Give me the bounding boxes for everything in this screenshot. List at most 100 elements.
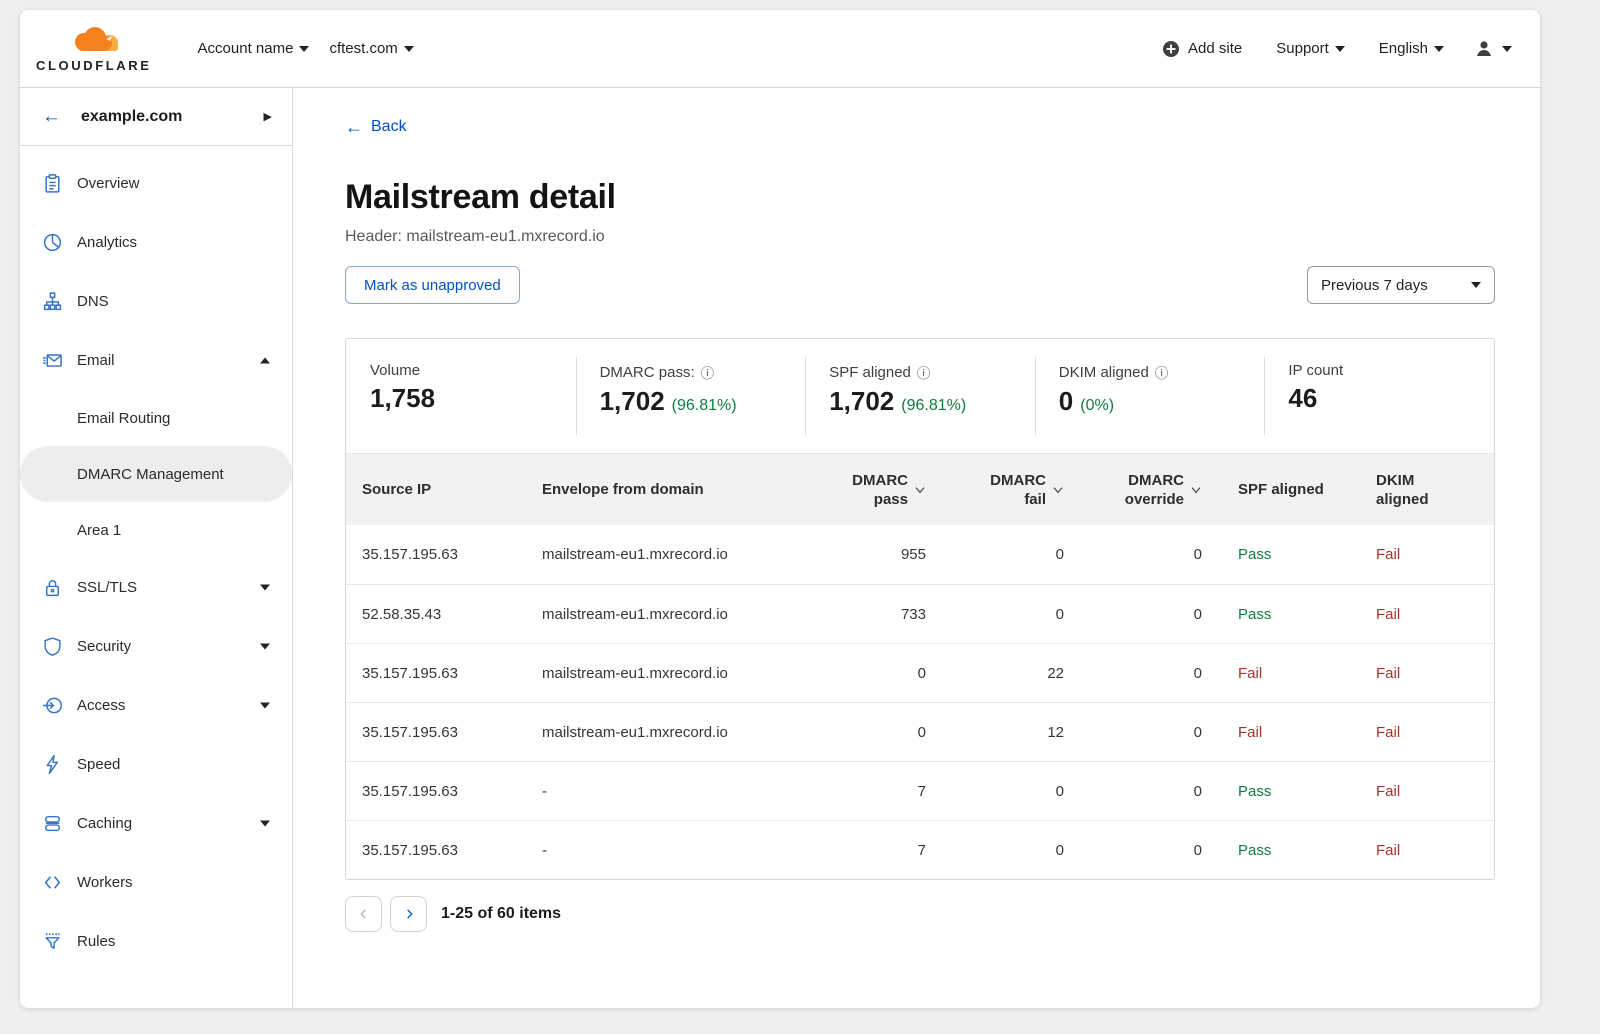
account-name-menu[interactable]: Account name <box>188 32 320 65</box>
sort-chevron-icon[interactable] <box>1188 482 1204 498</box>
info-icon[interactable]: ⓘ <box>701 362 715 382</box>
table-row[interactable]: 35.157.195.63 mailstream-eu1.mxrecord.io… <box>346 643 1494 702</box>
support-menu[interactable]: Support <box>1266 32 1355 65</box>
date-range-select[interactable]: Previous 7 days <box>1307 266 1495 304</box>
cell-source-ip: 35.157.195.63 <box>346 821 542 879</box>
sidebar-item-caching[interactable]: Caching <box>20 794 292 853</box>
back-label: Back <box>371 118 407 136</box>
stat-value: 46 <box>1288 383 1317 414</box>
stat-value: 1,702 <box>600 386 665 417</box>
clipboard-icon <box>42 173 63 194</box>
stat-dmarc-pass: DMARC pass: ⓘ 1,702 (96.81%) <box>576 339 806 453</box>
plus-circle-icon <box>1162 40 1180 58</box>
sidebar-item-access[interactable]: Access <box>20 676 292 735</box>
table-body: 35.157.195.63 mailstream-eu1.mxrecord.io… <box>346 525 1494 879</box>
cell-source-ip: 35.157.195.63 <box>346 762 542 820</box>
stat-dkim-aligned: DKIM aligned ⓘ 0 (0%) <box>1035 339 1265 453</box>
cell-dmarc-pass: 7 <box>842 821 932 879</box>
table-row[interactable]: 35.157.195.63 - 7 0 0 Pass Fail <box>346 761 1494 820</box>
sidebar-site-header[interactable]: ← example.com ▶ <box>20 88 292 146</box>
sidebar-item-analytics[interactable]: Analytics <box>20 213 292 272</box>
sort-chevron-icon[interactable] <box>912 482 928 498</box>
sidebar-item-security[interactable]: Security <box>20 617 292 676</box>
cell-spf-aligned: Fail <box>1208 703 1358 761</box>
expand-right-icon[interactable]: ▶ <box>264 110 272 123</box>
stat-label: Volume <box>370 362 420 379</box>
sidebar-item-dns[interactable]: DNS <box>20 272 292 331</box>
lock-icon <box>42 577 63 598</box>
table-row[interactable]: 35.157.195.63 mailstream-eu1.mxrecord.io… <box>346 525 1494 584</box>
network-tree-icon <box>42 291 63 312</box>
previous-page-button[interactable] <box>345 896 382 932</box>
table-row[interactable]: 52.58.35.43 mailstream-eu1.mxrecord.io 7… <box>346 584 1494 643</box>
cell-source-ip: 52.58.35.43 <box>346 585 542 643</box>
add-site-label: Add site <box>1188 40 1242 57</box>
cell-spf-aligned: Pass <box>1208 585 1358 643</box>
stat-percentage: (96.81%) <box>901 397 966 415</box>
back-arrow-icon[interactable]: ← <box>42 107 61 126</box>
language-menu[interactable]: English <box>1369 32 1454 65</box>
column-dmarc-override[interactable]: DMARC override <box>1070 454 1208 525</box>
add-site-button[interactable]: Add site <box>1152 32 1252 66</box>
stat-spf-aligned: SPF aligned ⓘ 1,702 (96.81%) <box>805 339 1035 453</box>
table-row[interactable]: 35.157.195.63 mailstream-eu1.mxrecord.io… <box>346 702 1494 761</box>
cell-dmarc-override: 0 <box>1070 644 1208 702</box>
stat-label: DKIM aligned <box>1059 364 1149 381</box>
sidebar: ← example.com ▶ Overview <box>20 88 293 1008</box>
sidebar-item-email[interactable]: Email <box>20 331 292 390</box>
cell-envelope-from-domain: mailstream-eu1.mxrecord.io <box>542 703 842 761</box>
sidebar-item-label: Overview <box>77 175 270 192</box>
column-dmarc-pass[interactable]: DMARC pass <box>842 454 932 525</box>
stat-label: DMARC pass: <box>600 364 695 381</box>
sidebar-item-area-1[interactable]: Area 1 <box>20 502 292 558</box>
next-page-button[interactable] <box>390 896 427 932</box>
cell-dkim-aligned: Fail <box>1358 821 1494 879</box>
sidebar-item-rules[interactable]: Rules <box>20 912 292 971</box>
column-dmarc-fail[interactable]: DMARC fail <box>932 454 1070 525</box>
page-title: Mailstream detail <box>345 176 1495 218</box>
column-spf-aligned: SPF aligned <box>1208 454 1358 525</box>
cell-dmarc-pass: 7 <box>842 762 932 820</box>
sidebar-item-label: Caching <box>77 815 260 832</box>
sidebar-item-ssl-tls[interactable]: SSL/TLS <box>20 558 292 617</box>
cell-dmarc-override: 0 <box>1070 585 1208 643</box>
back-arrow-icon: ← <box>345 118 363 136</box>
info-icon[interactable]: ⓘ <box>1155 362 1169 382</box>
sidebar-item-speed[interactable]: Speed <box>20 735 292 794</box>
cell-dmarc-override: 0 <box>1070 762 1208 820</box>
stat-label: SPF aligned <box>829 364 911 381</box>
sidebar-item-label: Analytics <box>77 234 270 251</box>
cell-envelope-from-domain: mailstream-eu1.mxrecord.io <box>542 644 842 702</box>
site-selector-menu[interactable]: cftest.com <box>319 32 423 65</box>
table-row[interactable]: 35.157.195.63 - 7 0 0 Pass Fail <box>346 820 1494 879</box>
sidebar-item-label: Email <box>77 352 260 369</box>
chevron-down-icon <box>1502 46 1512 52</box>
cloudflare-logo[interactable]: CLOUDFLARE <box>36 25 152 73</box>
pagination: 1-25 of 60 items <box>345 896 1495 932</box>
sidebar-item-email-routing[interactable]: Email Routing <box>20 390 292 446</box>
mark-as-unapproved-button[interactable]: Mark as unapproved <box>345 266 520 304</box>
column-envelope-from-domain: Envelope from domain <box>542 454 842 525</box>
cell-dmarc-pass: 0 <box>842 703 932 761</box>
info-icon[interactable]: ⓘ <box>917 362 931 382</box>
pagination-summary: 1-25 of 60 items <box>441 905 561 923</box>
cell-dmarc-fail: 0 <box>932 821 1070 879</box>
sidebar-item-workers[interactable]: Workers <box>20 853 292 912</box>
back-link[interactable]: ← Back <box>345 118 407 136</box>
cell-dkim-aligned: Fail <box>1358 644 1494 702</box>
account-name-label: Account name <box>198 40 294 57</box>
user-account-menu[interactable] <box>1468 31 1518 67</box>
cloudflare-cloud-icon <box>62 25 126 60</box>
sidebar-item-overview[interactable]: Overview <box>20 154 292 213</box>
sort-chevron-icon[interactable] <box>1050 482 1066 498</box>
language-label: English <box>1379 40 1428 57</box>
cell-dmarc-fail: 22 <box>932 644 1070 702</box>
cloudflare-wordmark: CLOUDFLARE <box>36 58 152 73</box>
column-label: DKIM aligned <box>1376 471 1436 509</box>
cell-spf-aligned: Fail <box>1208 644 1358 702</box>
sidebar-item-label: SSL/TLS <box>77 579 260 596</box>
column-label: DMARC fail <box>976 471 1046 509</box>
cell-source-ip: 35.157.195.63 <box>346 644 542 702</box>
sidebar-item-dmarc-management[interactable]: DMARC Management <box>20 446 292 502</box>
chevron-up-icon <box>260 357 270 364</box>
